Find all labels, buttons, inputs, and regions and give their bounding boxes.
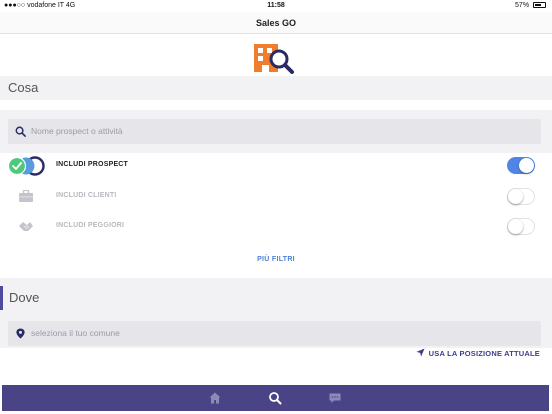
battery-info: 57% xyxy=(515,2,546,9)
toggle-label-prospect: INCLUDI PROSPECT xyxy=(56,161,129,168)
battery-icon xyxy=(533,2,546,8)
search-icon xyxy=(15,126,26,137)
prospect-toggle[interactable] xyxy=(507,157,535,174)
battery-percentage: 57% xyxy=(515,2,530,9)
section-header-cosa: Cosa xyxy=(0,76,552,100)
clienti-toggle[interactable] xyxy=(507,188,535,205)
tab-bar xyxy=(2,385,549,411)
section-title-dove: Dove xyxy=(9,290,40,305)
toggle-knob xyxy=(508,189,523,204)
toggle-knob xyxy=(508,219,523,234)
toggle-row-prospect: INCLUDI PROSPECT xyxy=(0,151,552,179)
handshake-icon xyxy=(19,222,33,231)
chat-icon[interactable] xyxy=(328,391,342,405)
prospect-search-input[interactable]: Nome prospect o attività xyxy=(8,119,541,144)
section-title-cosa: Cosa xyxy=(8,80,39,95)
nav-title: Sales GO xyxy=(255,18,297,28)
toggle-label-clienti: INCLUDI CLIENTI xyxy=(56,192,117,199)
sales-go-logo xyxy=(254,44,294,74)
use-current-location-button[interactable]: USA LA POSIZIONE ATTUALE xyxy=(416,348,540,358)
section-header-dove: Dove xyxy=(0,286,552,310)
peggiori-toggle[interactable] xyxy=(507,218,535,235)
section-spacer xyxy=(0,278,552,286)
toggle-knob xyxy=(519,158,534,173)
home-icon[interactable] xyxy=(208,391,222,405)
comune-input[interactable]: seleziona il tuo comune xyxy=(8,321,541,346)
location-arrow-icon xyxy=(416,348,425,357)
search-icon[interactable] xyxy=(268,391,282,405)
prospect-search-placeholder: Nome prospect o attività xyxy=(31,126,123,136)
navigation-bar: Sales GO xyxy=(0,12,552,34)
use-current-location-label: USA LA POSIZIONE ATTUALE xyxy=(428,349,540,358)
clock: 11:58 xyxy=(267,2,285,9)
status-bar: ●●●○○ vodafone IT 4G 11:58 57% xyxy=(0,0,552,12)
toggle-row-peggiori: INCLUDI PEGGIORI xyxy=(0,212,552,240)
toggle-label-peggiori: INCLUDI PEGGIORI xyxy=(56,222,125,229)
comune-placeholder: seleziona il tuo comune xyxy=(31,328,120,338)
map-pin-icon xyxy=(16,328,25,339)
toggle-row-clienti: INCLUDI CLIENTI xyxy=(0,182,552,210)
more-filters-link[interactable]: PIÙ FILTRI xyxy=(0,256,552,263)
more-filters-label: PIÙ FILTRI xyxy=(257,256,295,263)
briefcase-icon xyxy=(19,190,33,202)
